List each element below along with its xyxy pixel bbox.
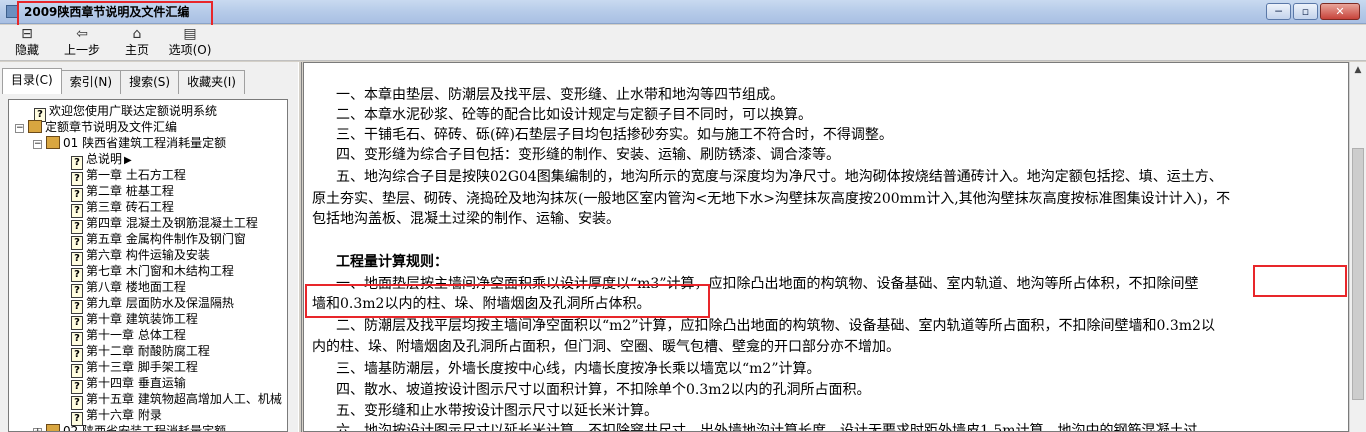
tree-item-label: 第十二章 耐酸防腐工程 (86, 344, 210, 358)
title-bar: 2009陕西章节说明及文件汇编 ─ ▫ ✕ (0, 0, 1366, 27)
text-line: 内的柱、垛、附墙烟囱及孔洞所占面积，但门洞、空圈、暖气包槽、壁龛的开口部分亦不增… (312, 339, 900, 355)
tree-item-label: 第五章 金属构件制作及钢门窗 (86, 232, 246, 246)
nav-tabs: 目录(C) 索引(N) 搜索(S) 收藏夹(I) (2, 68, 245, 94)
text-line: 三、干铺毛石、碎砖、砾(碎)石垫层子目均包括掺砂夯实。如与施工不符合时，不得调整… (336, 127, 893, 143)
tree-item-root[interactable]: − 定额章节说明及文件汇编 (15, 119, 177, 135)
tree-item-chapter[interactable]: ? 第五章 金属构件制作及钢门窗 (71, 231, 246, 250)
tree-item-label: 第八章 楼地面工程 (86, 280, 186, 294)
tree-item-chapter[interactable]: ? 第一章 土石方工程 (71, 167, 186, 186)
tree-item-label: 总说明 (86, 152, 123, 166)
tree-item-chapter[interactable]: ? 第八章 楼地面工程 (71, 279, 186, 298)
tree-item-label: 第二章 桩基工程 (86, 184, 174, 198)
contents-tree[interactable]: ? 欢迎您使用广联达定额说明系统 − 定额章节说明及文件汇编 −01 陕西省建筑工程… (8, 99, 288, 432)
tree-item-label: 第六章 构件运输及安装 (86, 248, 210, 262)
close-button[interactable]: ✕ (1320, 3, 1360, 20)
tree-item-label: 第四章 混凝土及钢筋混凝土工程 (86, 216, 258, 230)
vertical-scrollbar[interactable]: ▲ (1349, 62, 1366, 432)
tree-item-label: 02 陕西省安装工程消耗量定额 (63, 424, 227, 432)
maximize-button[interactable]: ▫ (1293, 3, 1318, 20)
options-icon: ▤ (183, 26, 197, 42)
tree-item-chapter[interactable]: ? 第七章 木门窗和木结构工程 (71, 263, 234, 282)
closed-book-icon (46, 424, 60, 431)
highlight-box (1253, 265, 1347, 297)
options-button[interactable]: ▤ 选项(O) (166, 26, 214, 60)
navigation-pane: 目录(C) 索引(N) 搜索(S) 收藏夹(I) ? 欢迎您使用广联达定额说明系统… (0, 62, 298, 432)
pane-splitter[interactable] (298, 62, 302, 432)
tree-item-chapter[interactable]: ? 第三章 砖石工程 (71, 199, 174, 218)
text-line: 二、本章水泥砂浆、砼等的配合比如设计规定与定额子目不同时，可以换算。 (336, 107, 812, 123)
tree-item-chapter[interactable]: ? 第十一章 总体工程 (71, 327, 186, 346)
text-line: 四、变形缝为综合子目包括：变形缝的制作、安装、运输、刷防锈漆、调合漆等。 (336, 147, 840, 163)
content-pane: 一、本章由垫层、防潮层及找平层、变形缝、止水带和地沟等四节组成。 二、本章水泥砂… (303, 62, 1349, 432)
tree-item-chapter[interactable]: ? 总说明 ▶ (71, 151, 132, 170)
tree-item-chapter[interactable]: ? 第二章 桩基工程 (71, 183, 174, 202)
tree-item-label: 第十六章 附录 (86, 408, 162, 422)
tree-item-chapter[interactable]: ? 第六章 构件运输及安装 (71, 247, 210, 266)
text-line: 六、地沟按设计图示尺寸以延长米计算，不扣除窨井尺寸，出外墙地沟计算长度，设计无要… (336, 423, 1198, 432)
back-arrow-icon: ⇦ (76, 26, 88, 42)
collapse-toggle[interactable]: − (15, 124, 24, 133)
minimize-button[interactable]: ─ (1266, 3, 1291, 20)
open-book-icon (46, 136, 60, 149)
text-line: 五、地沟综合子目是按陕02G04图集编制的，地沟所示的宽度与深度均为净尺寸。地沟… (336, 169, 1223, 185)
hide-button[interactable]: ⊟ 隐藏 (10, 26, 44, 60)
tree-item-label: 第九章 层面防水及保温隔热 (86, 296, 234, 310)
tab-favorites[interactable]: 收藏夹(I) (178, 70, 245, 94)
tab-contents[interactable]: 目录(C) (2, 68, 62, 94)
title-highlight-box (17, 1, 213, 27)
cursor-arrow-icon: ▶ (124, 155, 132, 166)
tree-item-label: 第七章 木门窗和木结构工程 (86, 264, 234, 278)
tree-item-label: 第一章 土石方工程 (86, 168, 186, 182)
home-button[interactable]: ⌂ 主页 (120, 26, 154, 60)
hide-label: 隐藏 (14, 43, 39, 57)
tree-item-chapter[interactable]: ? 第十五章 建筑物超高增加人工、机械 (71, 391, 282, 410)
home-label: 主页 (124, 43, 149, 57)
text-line: 五、变形缝和止水带按设计图示尺寸以延长米计算。 (336, 403, 658, 419)
tree-item-chapter[interactable]: ? 第十三章 脚手架工程 (71, 359, 198, 378)
tree-item-chapter[interactable]: ? 第十四章 垂直运输 (71, 375, 186, 394)
text-line: 二、防潮层及找平层均按主墙间净空面积以“m2”计算，应扣除凸出地面的构筑物、设备… (336, 318, 1215, 334)
collapse-toggle[interactable]: − (33, 140, 42, 149)
scroll-up-button[interactable]: ▲ (1350, 62, 1366, 79)
tree-item-chapter[interactable]: ? 第十章 建筑装饰工程 (71, 311, 198, 330)
scroll-thumb[interactable] (1352, 148, 1364, 400)
text-line: 原土夯实、垫层、砌砖、浇捣砼及地沟抹灰(一般地区室内管沟<无地下水>沟壁抹灰高度… (312, 191, 1231, 207)
tree-item-label: 第十三章 脚手架工程 (86, 360, 198, 374)
highlight-box (305, 284, 710, 318)
text-line: 三、墙基防潮层，外墙长度按中心线，内墙长度按净长乘以墙宽以“m2”计算。 (336, 361, 821, 377)
expand-toggle[interactable]: + (33, 428, 42, 431)
tab-index[interactable]: 索引(N) (60, 70, 122, 94)
tree-item-label: 第十四章 垂直运输 (86, 376, 186, 390)
options-label: 选项(O) (168, 43, 212, 57)
tree-item-label: 第十章 建筑装饰工程 (86, 312, 198, 326)
tree-item-label: 第十五章 建筑物超高增加人工、机械 (86, 392, 282, 406)
text-line: 包括地沟盖板、混凝土过梁的制作、运输、安装。 (312, 211, 620, 227)
back-label: 上一步 (63, 43, 100, 57)
home-icon: ⌂ (132, 26, 142, 42)
text-line: 四、散水、坡道按设计图示尺寸以面积计算，不扣除单个0.3m2以内的孔洞所占面积。 (336, 382, 871, 398)
tree-item-label: 欢迎您使用广联达定额说明系统 (49, 104, 218, 118)
tree-item-book-1[interactable]: − 01 陕西省建筑工程消耗量定额 (33, 135, 226, 151)
tree-item-book-2[interactable]: +02 陕西省安装工程消耗量定额 (33, 423, 227, 432)
back-button[interactable]: ⇦ 上一步 (60, 26, 104, 60)
hide-icon: ⊟ (21, 26, 33, 42)
tree-item-label: 第十一章 总体工程 (86, 328, 186, 342)
tree-item-label: 定额章节说明及文件汇编 (45, 120, 178, 134)
section-heading: 工程量计算规则： (336, 254, 448, 270)
tree-item-chapter[interactable]: ? 第十二章 耐酸防腐工程 (71, 343, 210, 362)
tree-item-label: 01 陕西省建筑工程消耗量定额 (63, 136, 227, 150)
open-book-icon (28, 120, 42, 133)
tree-item-label: 第三章 砖石工程 (86, 200, 174, 214)
tab-search[interactable]: 搜索(S) (120, 70, 180, 94)
text-line: 一、本章由垫层、防潮层及找平层、变形缝、止水带和地沟等四节组成。 (336, 87, 784, 103)
tree-item-welcome[interactable]: ? 欢迎您使用广联达定额说明系统 (34, 103, 218, 122)
tree-item-chapter[interactable]: ? 第九章 层面防水及保温隔热 (71, 295, 234, 314)
toolbar: ⊟ 隐藏 ⇦ 上一步 ⌂ 主页 ▤ 选项(O) (0, 25, 1366, 61)
tree-item-chapter[interactable]: ? 第十六章 附录 (71, 407, 162, 426)
tree-item-chapter[interactable]: ? 第四章 混凝土及钢筋混凝土工程 (71, 215, 258, 234)
